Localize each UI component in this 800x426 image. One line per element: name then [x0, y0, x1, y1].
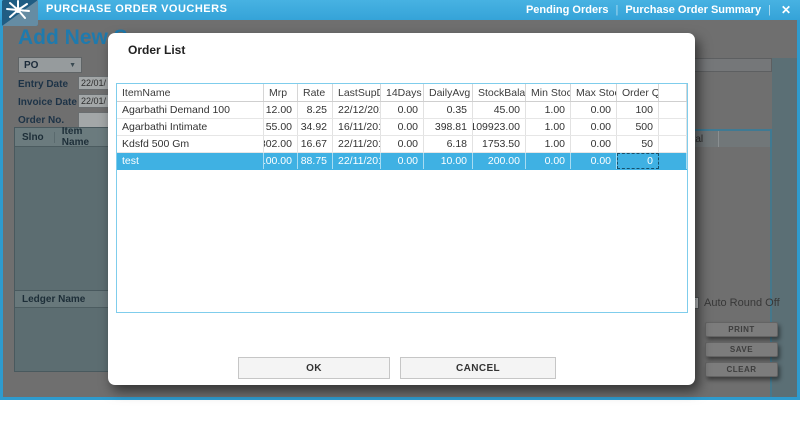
entry-date-label: Entry Date [18, 79, 69, 90]
grid-cell[interactable]: 10.00 [424, 153, 473, 169]
cancel-button[interactable]: CANCEL [400, 357, 556, 379]
items-table-header: Slno Item Name [15, 126, 112, 148]
grid-cell[interactable]: 0.35 [424, 102, 473, 118]
column-header-max-stock[interactable]: Max Stock [571, 84, 617, 101]
grid-cell[interactable]: 0.00 [381, 102, 424, 118]
grid-cell[interactable]: 6.18 [424, 136, 473, 152]
grid-cell[interactable]: 0.00 [571, 119, 617, 135]
grid-cell[interactable]: 50 [617, 136, 659, 152]
column-header-spacer[interactable] [659, 84, 687, 101]
slno-column-header: Slno [15, 131, 55, 143]
pending-orders-link[interactable]: Pending Orders [526, 4, 609, 16]
column-header-itemname[interactable]: ItemName [117, 84, 264, 101]
link-separator: | [615, 4, 619, 16]
print-button[interactable]: PRINT [705, 322, 778, 337]
order-no-label: Order No. [18, 115, 65, 126]
save-button[interactable]: SAVE [705, 342, 778, 357]
grid-cell[interactable]: 16/11/201 [333, 119, 381, 135]
desktop-background [0, 400, 800, 426]
auto-round-off-label: Auto Round Off [704, 297, 780, 309]
ok-button[interactable]: OK [238, 357, 390, 379]
grid-cell[interactable]: 100 [617, 102, 659, 118]
grid-cell[interactable]: 0.00 [571, 153, 617, 169]
grid-cell[interactable]: -109923.00 [473, 119, 526, 135]
grid-cell[interactable]: 100.00 [264, 153, 298, 169]
grid-cell[interactable]: 1.00 [526, 136, 571, 152]
grid-cell[interactable]: 0.00 [381, 136, 424, 152]
column-header-stockbalance[interactable]: StockBalance [473, 84, 526, 101]
spark-logo-icon [2, 0, 38, 26]
grid-cell[interactable]: 12.00 [264, 102, 298, 118]
grid-cell[interactable]: Kdsfd 500 Gm [117, 136, 264, 152]
chevron-down-icon: ▼ [69, 62, 76, 69]
clear-button[interactable]: CLEAR [705, 362, 778, 377]
purchase-order-summary-link[interactable]: Purchase Order Summary [625, 4, 761, 16]
right-top-panel [683, 58, 772, 72]
grid-header-row: ItemNameMrpRateLastSupD14Days SaleDailyA… [117, 84, 687, 102]
entry-date-field[interactable]: 22/01/ [78, 76, 111, 90]
ledger-panel: Ledger Name [14, 290, 113, 372]
grid-row[interactable]: test100.0088.7522/11/2010.0010.00200.000… [117, 153, 687, 170]
grid-row[interactable]: Agarbathi Demand 100 12.00 8.25 22/12/201 0.… [117, 102, 687, 119]
order-list-dialog: Order List ItemName Mrp Rate LastSupD 14Days… [108, 33, 695, 385]
titlebar-links: Pending Orders | Purchase Order Summary … [526, 3, 794, 17]
grid-cell[interactable]: 55.00 [264, 119, 298, 135]
grid-cell[interactable]: 0.00 [571, 102, 617, 118]
grid-cell[interactable]: test [117, 153, 264, 169]
column-header-order-qty[interactable]: Order Qty [617, 84, 659, 101]
screen: PURCHASE ORDER VOUCHERS Pending Orders |… [0, 0, 800, 426]
grid-cell[interactable]: 16.67 [298, 136, 333, 152]
column-header-lastsupd[interactable]: LastSupD [333, 84, 381, 101]
grid-cell[interactable]: 200.00 [473, 153, 526, 169]
order-grid: ItemNameMrpRateLastSupD14Days SaleDailyA… [116, 83, 688, 313]
grid-cell[interactable] [659, 136, 687, 152]
grid-cell[interactable]: Agarbathi Intimate [117, 119, 264, 135]
grid-cell[interactable]: 0.00 [526, 153, 571, 169]
grid-cell[interactable]: 22/11/201 [333, 136, 381, 152]
grid-cell[interactable]: 1753.50 [473, 136, 526, 152]
app-title: PURCHASE ORDER VOUCHERS [46, 3, 228, 15]
grid-cell[interactable]: Agarbathi Demand 100 [117, 102, 264, 118]
link-separator: | [768, 4, 771, 16]
grid-row[interactable]: Kdsfd 500 Gm302.0016.6722/11/2010.006.18… [117, 136, 687, 153]
invoice-date-field[interactable]: 22/01/ [78, 94, 111, 108]
grid-cell[interactable]: 1.00 [526, 119, 571, 135]
grid-row[interactable]: Agarbathi Intimate 55.00 34.92 16/11/201 0.0… [117, 119, 687, 136]
voucher-type-dropdown[interactable]: PO ▼ [18, 57, 82, 73]
grid-cell[interactable]: 0 [617, 153, 659, 169]
column-header-rate[interactable]: Rate [298, 84, 333, 101]
close-icon[interactable]: ✕ [778, 3, 794, 17]
grid-cell[interactable]: 34.92 [298, 119, 333, 135]
grid-cell[interactable]: 0.00 [381, 119, 424, 135]
grid-cell[interactable]: 22/12/201 [333, 102, 381, 118]
column-header-mrp[interactable]: Mrp [264, 84, 298, 101]
dialog-title: Order List [128, 43, 186, 57]
items-table-right-border [770, 147, 772, 397]
grid-cell[interactable] [659, 102, 687, 118]
column-header-14days-sale[interactable]: 14Days Sale [381, 84, 424, 101]
auto-round-off-option: ✓ Auto Round Off [687, 297, 780, 309]
grid-cell[interactable]: 22/11/201 [333, 153, 381, 169]
grid-cell[interactable]: 45.00 [473, 102, 526, 118]
column-header-dailyavg[interactable]: DailyAvg [424, 84, 473, 101]
grid-cell[interactable]: 8.25 [298, 102, 333, 118]
grid-cell[interactable]: 302.00 [264, 136, 298, 152]
grid-cell[interactable] [659, 153, 687, 169]
invoice-date-label: Invoice Date [18, 97, 77, 108]
voucher-type-value: PO [24, 59, 39, 71]
items-table: Slno Item Name [14, 126, 113, 292]
item-name-column-header: Item Name [61, 126, 90, 148]
grid-cell[interactable]: 398.81 [424, 119, 473, 135]
grid-cell[interactable] [659, 119, 687, 135]
grid-cell[interactable]: 0.00 [381, 153, 424, 169]
grid-cell[interactable]: 500 [617, 119, 659, 135]
grid-cell[interactable]: 0.00 [571, 136, 617, 152]
column-header-min-stock[interactable]: Min Stock [526, 84, 571, 101]
title-bar: PURCHASE ORDER VOUCHERS Pending Orders |… [0, 0, 800, 26]
grid-cell[interactable]: 1.00 [526, 102, 571, 118]
grid-cell[interactable]: 88.75 [298, 153, 333, 169]
ledger-name-header: Ledger Name [15, 291, 112, 308]
